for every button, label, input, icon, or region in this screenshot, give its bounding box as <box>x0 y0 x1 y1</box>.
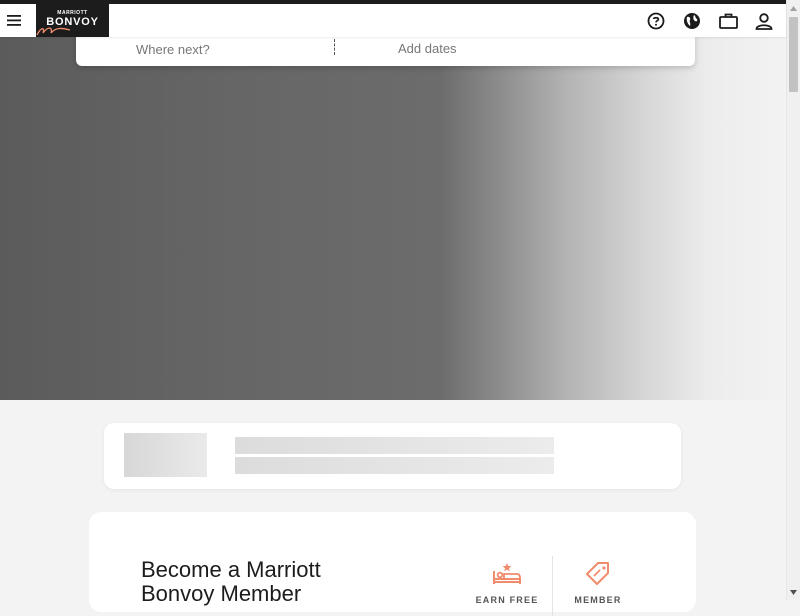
language-button[interactable] <box>682 11 702 31</box>
benefit-member: MEMBER <box>563 562 633 605</box>
marriott-bonvoy-logo[interactable]: MARRIOTT BONVOY <box>36 4 109 37</box>
scroll-up-button[interactable] <box>787 1 800 15</box>
vertical-scrollbar[interactable] <box>786 0 800 600</box>
account-button[interactable] <box>754 11 774 31</box>
benefit-divider <box>552 556 553 616</box>
logo-swoosh-icon <box>36 27 71 36</box>
arrow-down-icon <box>790 589 797 595</box>
menu-icon <box>7 14 21 26</box>
skeleton-line <box>235 437 554 454</box>
benefit-label: EARN FREE <box>475 595 539 605</box>
member-title: Become a Marriott Bonvoy Member <box>141 557 321 606</box>
benefit-label: MEMBER <box>574 595 622 605</box>
arrow-up-icon <box>790 5 797 11</box>
loading-placeholder-card <box>104 423 681 489</box>
user-icon <box>755 12 773 30</box>
globe-icon <box>684 13 700 29</box>
search-bar: Add dates <box>76 33 695 66</box>
hero-banner <box>0 37 786 400</box>
site-header: MARRIOTT BONVOY <box>0 4 786 37</box>
menu-button[interactable] <box>6 12 22 28</box>
skeleton-image <box>124 433 207 477</box>
trips-button[interactable] <box>718 11 738 31</box>
scrollbar-thumb[interactable] <box>789 17 798 92</box>
search-divider <box>334 39 335 55</box>
help-button[interactable] <box>646 11 666 31</box>
tag-icon <box>586 562 609 585</box>
member-promo-card: Become a Marriott Bonvoy Member EARN FRE… <box>89 512 696 616</box>
briefcase-icon <box>718 13 738 29</box>
skeleton-line <box>235 457 554 474</box>
dates-field[interactable]: Add dates <box>398 41 457 56</box>
help-icon <box>647 12 665 30</box>
benefit-earn-free: EARN FREE <box>472 562 542 605</box>
scroll-down-button[interactable] <box>787 585 800 599</box>
bed-star-icon <box>493 563 521 584</box>
destination-input[interactable] <box>136 40 326 58</box>
